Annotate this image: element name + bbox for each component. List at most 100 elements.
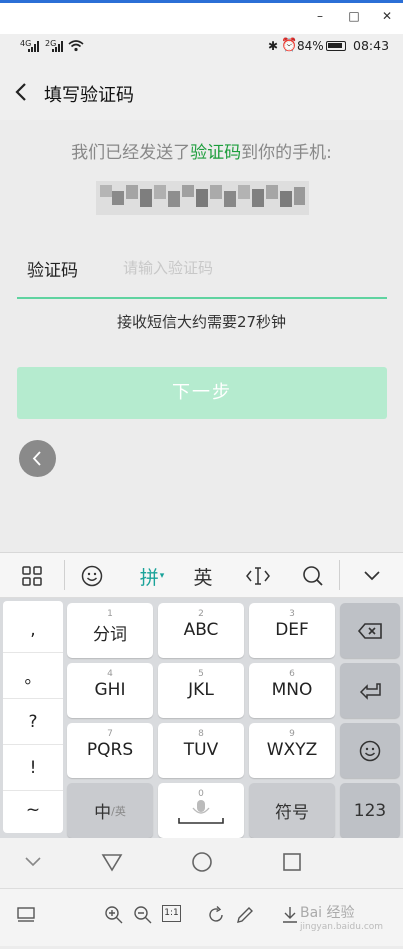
key-label: MNO bbox=[271, 680, 313, 700]
symbol-label: 符号 bbox=[275, 803, 309, 823]
battery-icon bbox=[326, 41, 346, 51]
english-mode-tab[interactable]: 英 bbox=[187, 553, 219, 599]
key-3[interactable]: 3 DEF bbox=[249, 603, 335, 658]
chevron-down-icon[interactable] bbox=[24, 856, 42, 868]
key-label: DEF bbox=[275, 620, 309, 640]
sent-prefix: 我们已经发送了 bbox=[71, 143, 191, 163]
input-underline bbox=[17, 297, 387, 299]
minimize-button[interactable]: – bbox=[310, 6, 330, 26]
rotate-icon[interactable] bbox=[206, 905, 226, 925]
battery-percent: 84% bbox=[297, 39, 324, 53]
wifi-icon bbox=[68, 40, 84, 52]
back-arrow-icon[interactable] bbox=[14, 82, 28, 102]
key-num: 3 bbox=[289, 609, 295, 619]
sent-message: 我们已经发送了验证码到你的手机: bbox=[0, 138, 403, 163]
status-bar: 4G 2G ✱ ⏰ 84% 08:43 bbox=[0, 34, 403, 60]
key-num: 6 bbox=[289, 669, 295, 679]
key-label: JKL bbox=[188, 680, 214, 700]
close-button[interactable]: ✕ bbox=[377, 6, 397, 26]
punct-exclaim-key[interactable]: ! bbox=[3, 745, 63, 791]
next-button[interactable]: 下一步 bbox=[17, 367, 387, 419]
en-sub-label: /英 bbox=[111, 804, 126, 818]
key-num: 0 bbox=[198, 789, 204, 799]
symbol-key[interactable]: 符号 bbox=[249, 783, 335, 838]
backspace-icon bbox=[357, 622, 382, 639]
zh-en-switch-key[interactable]: 中/英 bbox=[67, 783, 153, 838]
code-input[interactable] bbox=[123, 250, 378, 286]
key-1[interactable]: 1 分词 bbox=[67, 603, 153, 658]
key-num: 7 bbox=[107, 729, 113, 739]
space-key[interactable]: 0 bbox=[158, 783, 244, 838]
key-num: 4 bbox=[107, 669, 113, 679]
key-label: WXYZ bbox=[266, 740, 318, 760]
sms-wait-text: 接收短信大约需要27秒钟 bbox=[116, 313, 287, 331]
keyboard-toolbar: 拼 ▾ 英 bbox=[0, 552, 403, 598]
signal-bars-icon bbox=[28, 41, 39, 52]
signal-bars-icon-2 bbox=[52, 41, 63, 52]
punct-comma-key[interactable]: , bbox=[3, 607, 63, 653]
key-label: 分词 bbox=[93, 625, 127, 645]
enter-key[interactable] bbox=[340, 663, 400, 718]
floating-back-button[interactable] bbox=[19, 440, 56, 477]
numeric-key[interactable]: 123 bbox=[340, 783, 400, 838]
key-num: 2 bbox=[198, 609, 204, 619]
phone-number-mosaic bbox=[96, 181, 309, 215]
punct-period-key[interactable]: 。 bbox=[3, 653, 63, 699]
punct-question-key[interactable]: ? bbox=[3, 699, 63, 745]
sent-highlight: 验证码 bbox=[190, 143, 242, 163]
nav-back-icon[interactable] bbox=[101, 852, 123, 872]
watermark: Bai 经验 jingyan.baidu.com bbox=[300, 902, 383, 932]
key-label: TUV bbox=[183, 740, 219, 760]
key-7[interactable]: 7 PQRS bbox=[67, 723, 153, 778]
code-label: 验证码 bbox=[27, 261, 78, 281]
maximize-button[interactable]: □ bbox=[344, 6, 364, 26]
watermark-url: jingyan.baidu.com bbox=[300, 922, 384, 932]
key-6[interactable]: 6 MNO bbox=[249, 663, 335, 718]
clock-time: 08:43 bbox=[353, 38, 390, 53]
zoom-in-icon[interactable] bbox=[104, 905, 124, 925]
window-titlebar bbox=[0, 0, 403, 34]
grid-menu-icon[interactable] bbox=[16, 553, 48, 599]
nav-recents-icon[interactable] bbox=[282, 852, 302, 872]
caret-down-icon: ▾ bbox=[159, 571, 165, 581]
zoom-out-icon[interactable] bbox=[133, 905, 153, 925]
watermark-text: Bai 经验 bbox=[300, 905, 355, 921]
key-num: 5 bbox=[198, 669, 204, 679]
key-num: 8 bbox=[198, 729, 204, 739]
bluetooth-icon: ✱ bbox=[268, 39, 279, 53]
nav-home-icon[interactable] bbox=[191, 851, 213, 873]
page-title: 填写验证码 bbox=[44, 85, 134, 106]
chevron-left-icon bbox=[32, 451, 41, 466]
key-9[interactable]: 9 WXYZ bbox=[249, 723, 335, 778]
toolbar-divider bbox=[339, 560, 340, 590]
punct-tilde-key[interactable]: ~ bbox=[3, 787, 63, 833]
key-2[interactable]: 2 ABC bbox=[158, 603, 244, 658]
search-icon[interactable] bbox=[297, 553, 329, 599]
collapse-keyboard-icon[interactable] bbox=[356, 553, 388, 599]
toolbar-divider bbox=[64, 560, 65, 590]
key-label: ABC bbox=[183, 620, 219, 640]
key-8[interactable]: 8 TUV bbox=[158, 723, 244, 778]
key-5[interactable]: 5 JKL bbox=[158, 663, 244, 718]
cursor-move-icon[interactable] bbox=[242, 553, 274, 599]
zoom-reset-button[interactable]: 1:1 bbox=[162, 905, 181, 922]
download-icon[interactable] bbox=[280, 905, 300, 925]
zh-label: 中 bbox=[94, 803, 112, 823]
navigation-bar bbox=[0, 838, 403, 888]
key-num: 9 bbox=[289, 729, 295, 739]
pinyin-label: 拼 bbox=[139, 566, 159, 589]
key-4[interactable]: 4 GHI bbox=[67, 663, 153, 718]
sent-suffix: 到你的手机: bbox=[241, 143, 332, 163]
emoji-key[interactable] bbox=[340, 723, 400, 778]
smiley-icon bbox=[359, 740, 381, 761]
key-label: PQRS bbox=[86, 740, 134, 760]
backspace-key[interactable] bbox=[340, 603, 400, 658]
key-num: 1 bbox=[107, 609, 113, 619]
pinyin-mode-tab[interactable]: 拼 ▾ bbox=[134, 553, 170, 599]
edit-pencil-icon[interactable] bbox=[235, 905, 255, 925]
microphone-icon bbox=[178, 800, 224, 824]
key-label: GHI bbox=[94, 680, 126, 700]
alarm-icon: ⏰ bbox=[281, 38, 298, 53]
screen-icon[interactable] bbox=[16, 906, 36, 924]
emoji-icon[interactable] bbox=[76, 553, 108, 599]
